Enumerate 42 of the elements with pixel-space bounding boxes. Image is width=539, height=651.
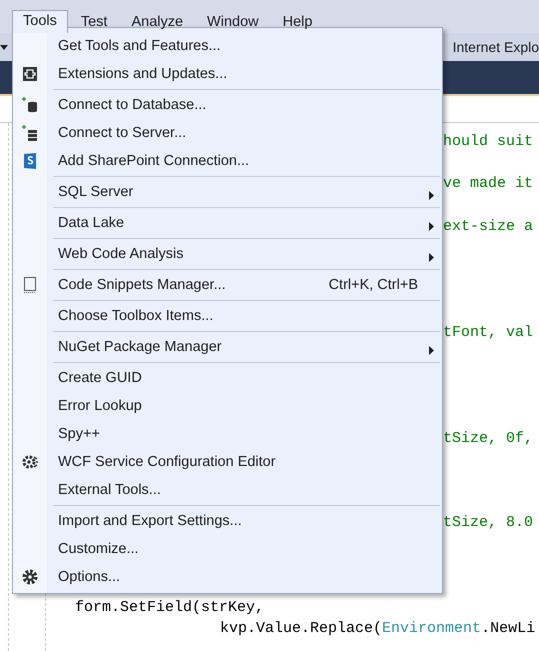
code-line: tSize, 8.0 <box>443 514 534 532</box>
server-icon <box>22 124 38 142</box>
sharepoint-icon <box>24 153 36 169</box>
code-line: form.SetField(strKey, <box>75 599 264 616</box>
menu-item[interactable]: Connect to Server... <box>13 119 442 147</box>
menu-item[interactable]: Data Lake <box>13 209 442 237</box>
gear-icon <box>22 454 38 470</box>
menu-item[interactable]: Customize... <box>13 535 442 563</box>
settings-icon <box>22 569 38 585</box>
code-line: ext-size a <box>443 218 534 235</box>
shortcut-label: Ctrl+K, Ctrl+B <box>328 277 419 293</box>
code-line: hould suit <box>443 133 534 150</box>
menu-item[interactable]: Add SharePoint Connection... <box>13 147 442 175</box>
menu-item[interactable]: WCF Service Configuration Editor <box>13 448 442 476</box>
code-line: kvp.Value.Replace(Environment.NewLi <box>220 620 536 638</box>
menu-item[interactable]: Spy++ <box>13 420 442 448</box>
menu-item[interactable]: Analyze <box>120 11 194 33</box>
menu-item[interactable]: Code Snippets Manager... Ctrl+K, Ctrl+B <box>13 271 442 299</box>
menu-item[interactable]: Create GUID <box>13 364 442 392</box>
extensions-icon <box>22 66 38 82</box>
menu-item[interactable]: Tools <box>12 10 68 33</box>
document-icon <box>23 277 37 293</box>
menu-item[interactable]: Options... <box>13 563 442 591</box>
menu-item[interactable]: Import and Export Settings... <box>13 507 442 535</box>
code-line: tFont, val <box>443 324 534 341</box>
menu-item[interactable]: NuGet Package Manager <box>13 333 442 361</box>
browser-button[interactable]: Internet Explo <box>444 39 539 55</box>
code-line: tSize, 0f, <box>443 430 534 447</box>
menu-item[interactable]: Web Code Analysis <box>13 240 442 268</box>
menu-item[interactable]: Get Tools and Features... <box>13 32 442 60</box>
menu-item[interactable]: Window <box>196 11 270 33</box>
menu-item[interactable]: SQL Server <box>13 178 442 206</box>
menu-item[interactable]: External Tools... <box>13 476 442 504</box>
code-line: ve made it <box>443 175 534 192</box>
dropdown-caret-icon[interactable] <box>0 44 8 50</box>
database-icon <box>22 96 38 114</box>
menu-item[interactable]: Test <box>70 11 118 33</box>
menu-item[interactable]: Help <box>272 11 324 33</box>
menu-item[interactable]: Choose Toolbox Items... <box>13 302 442 330</box>
menu-item[interactable]: Extensions and Updates... <box>13 60 442 88</box>
menu-item[interactable]: Error Lookup <box>13 392 442 420</box>
menu-item[interactable]: Connect to Database... <box>13 91 442 119</box>
